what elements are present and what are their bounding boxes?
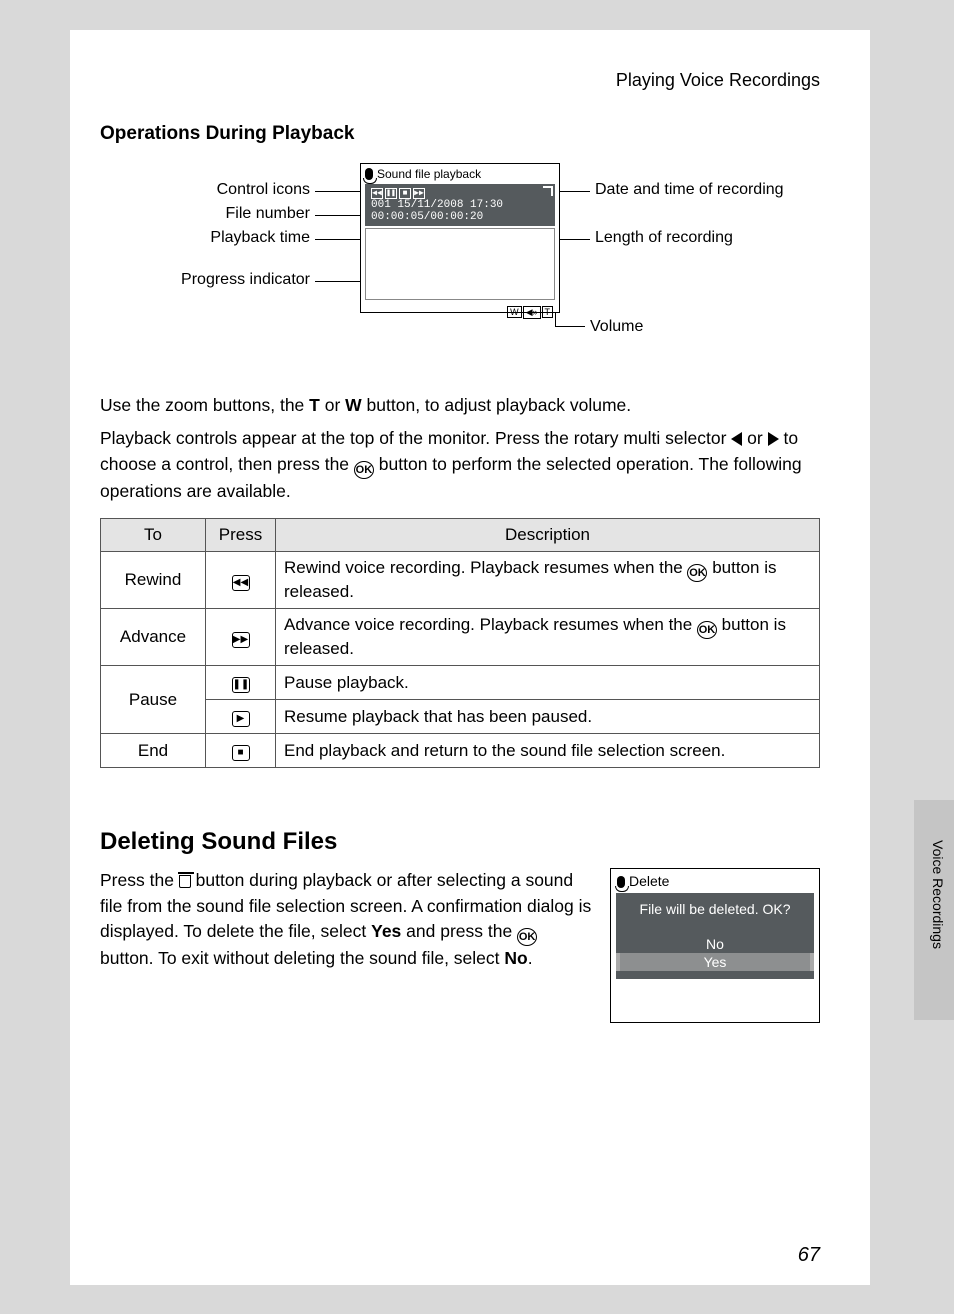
option-no[interactable]: No (622, 935, 808, 953)
advance-icon: ▶▶ (232, 632, 250, 648)
label-length: Length of recording (595, 229, 733, 247)
volume-row: W◀»T (361, 300, 559, 320)
control-icons-row: ◀◀❚❚■▶▶ (371, 188, 425, 199)
th-press: Press (206, 519, 276, 552)
play-icon: ▶ (232, 711, 250, 727)
table-row: Rewind ◀◀ Rewind voice recording. Playba… (101, 552, 820, 609)
paragraph-1: Use the zoom buttons, the T or W button,… (100, 393, 820, 418)
screen-title: Sound file playback (361, 164, 559, 184)
ok-button-icon: OK (354, 461, 374, 479)
operations-table: To Press Description Rewind ◀◀ Rewind vo… (100, 518, 820, 768)
section-title: Operations During Playback (100, 123, 820, 145)
page-header: Playing Voice Recordings (100, 70, 820, 91)
delete-message: File will be deleted. OK? (622, 901, 808, 917)
table-row: Pause ❚❚ Pause playback. (101, 666, 820, 700)
paragraph-2: Playback controls appear at the top of t… (100, 426, 820, 504)
label-volume: Volume (590, 318, 643, 336)
label-date-time: Date and time of recording (595, 181, 784, 199)
table-row: Advance ▶▶ Advance voice recording. Play… (101, 609, 820, 666)
option-yes[interactable]: Yes (616, 953, 814, 971)
th-desc: Description (276, 519, 820, 552)
page-content: Playing Voice Recordings Operations Duri… (70, 30, 870, 1285)
right-arrow-icon (768, 432, 779, 446)
playback-screen: Sound file playback ◀◀❚❚■▶▶ 001 15/11/20… (360, 163, 560, 313)
delete-title: Delete (611, 869, 819, 893)
label-progress: Progress indicator (130, 271, 310, 289)
rewind-icon: ◀◀ (232, 575, 250, 591)
ok-button-icon: OK (517, 928, 537, 946)
stop-icon: ■ (232, 745, 250, 761)
page-number: 67 (798, 1244, 820, 1267)
pause-icon: ❚❚ (232, 677, 250, 693)
label-file-number: File number (140, 205, 310, 223)
th-to: To (101, 519, 206, 552)
delete-dialog-screen: Delete File will be deleted. OK? No Yes (610, 868, 820, 1023)
sound-icon (365, 168, 373, 180)
delete-paragraph: Press the button during playback or afte… (100, 868, 592, 1023)
trash-icon (179, 875, 191, 888)
playback-diagram: Control icons File number Playback time … (100, 163, 820, 373)
table-row: ▶ Resume playback that has been paused. (101, 700, 820, 734)
ok-button-icon: OK (687, 564, 707, 582)
section-tab-label: Voice Recordings (930, 840, 946, 949)
table-row: End ■ End playback and return to the sou… (101, 734, 820, 768)
ok-button-icon: OK (697, 621, 717, 639)
time-line: 00:00:05/00:00:20 (371, 211, 549, 223)
label-control-icons: Control icons (140, 181, 310, 199)
mic-icon (617, 876, 625, 888)
section-title-2: Deleting Sound Files (100, 828, 820, 856)
left-arrow-icon (731, 432, 742, 446)
label-playback-time: Playback time (140, 229, 310, 247)
file-number-line: 001 15/11/2008 17:30 (371, 199, 549, 211)
